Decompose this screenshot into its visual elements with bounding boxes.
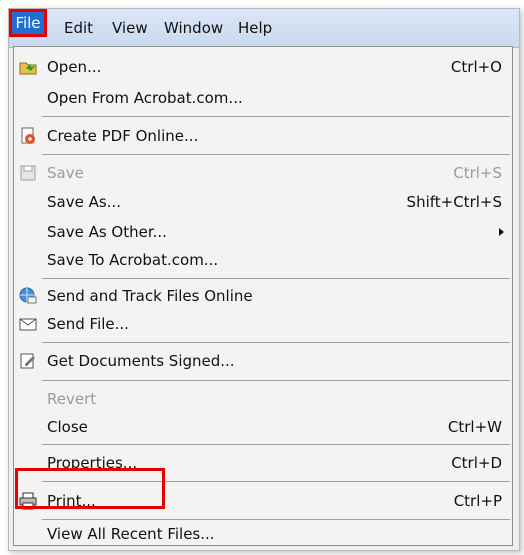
menu-item-revert[interactable]: Revert: [14, 386, 512, 412]
submenu-arrow-icon: [499, 228, 504, 236]
menu-bar: File Edit View Window Help: [9, 9, 519, 48]
menu-item-create-pdf-online[interactable]: Create PDF Online...: [14, 123, 512, 149]
menu-item-label: Create PDF Online...: [47, 127, 199, 145]
menu-item-label: Save To Acrobat.com...: [47, 251, 219, 269]
menu-item-shortcut: Ctrl+S: [453, 164, 502, 182]
menu-help[interactable]: Help: [238, 18, 272, 38]
menu-separator: [42, 154, 510, 155]
menu-item-label: Close: [47, 418, 88, 436]
menu-item-shortcut: Ctrl+P: [453, 492, 502, 510]
globe-send-icon: [19, 287, 37, 305]
menu-item-label: Send and Track Files Online: [47, 287, 253, 305]
create-pdf-icon: [19, 127, 37, 145]
menu-view[interactable]: View: [112, 18, 148, 38]
menu-item-shortcut: Shift+Ctrl+S: [406, 193, 502, 211]
menu-separator: [42, 116, 510, 117]
menu-item-save-to-acrobat[interactable]: Save To Acrobat.com...: [14, 247, 512, 273]
menu-separator: [42, 519, 510, 520]
menu-item-label: Revert: [47, 390, 97, 408]
menu-separator: [42, 444, 510, 445]
menu-file[interactable]: File: [9, 9, 47, 37]
menu-item-label: Open...: [47, 58, 102, 76]
menu-item-shortcut: Ctrl+O: [450, 58, 502, 76]
menu-item-open[interactable]: Open... Ctrl+O: [14, 54, 512, 80]
menu-separator: [42, 380, 510, 381]
menu-window[interactable]: Window: [164, 18, 223, 38]
menu-item-label: Save: [47, 164, 84, 182]
menu-item-save-as[interactable]: Save As... Shift+Ctrl+S: [14, 189, 512, 215]
menu-item-label: View All Recent Files...: [47, 525, 215, 543]
menu-file-label: File: [15, 14, 41, 32]
menu-item-send-and-track[interactable]: Send and Track Files Online: [14, 283, 512, 309]
menu-item-label: Get Documents Signed...: [47, 352, 235, 370]
menu-item-open-from-acrobat[interactable]: Open From Acrobat.com...: [14, 85, 512, 111]
open-folder-icon: [19, 58, 37, 76]
menu-edit[interactable]: Edit: [64, 18, 93, 38]
menu-item-close[interactable]: Close Ctrl+W: [14, 414, 512, 440]
menu-separator: [42, 278, 510, 279]
menu-separator: [42, 342, 510, 343]
menu-item-save[interactable]: Save Ctrl+S: [14, 160, 512, 186]
menu-item-shortcut: Ctrl+D: [451, 454, 502, 472]
menu-item-send-file[interactable]: Send File...: [14, 311, 512, 337]
sign-document-icon: [19, 352, 37, 370]
menu-item-label: Send File...: [47, 315, 129, 333]
menu-item-label: Save As...: [47, 193, 121, 211]
menu-item-label: Save As Other...: [47, 223, 167, 241]
save-icon: [19, 164, 37, 182]
menu-item-get-documents-signed[interactable]: Get Documents Signed...: [14, 348, 512, 374]
menu-item-label: Open From Acrobat.com...: [47, 89, 243, 107]
menu-item-save-as-other[interactable]: Save As Other...: [14, 219, 512, 245]
envelope-icon: [19, 315, 37, 333]
print-highlight-box: [15, 468, 165, 509]
menu-item-shortcut: Ctrl+W: [447, 418, 502, 436]
menu-item-view-all-recent-files[interactable]: View All Recent Files...: [14, 521, 512, 547]
